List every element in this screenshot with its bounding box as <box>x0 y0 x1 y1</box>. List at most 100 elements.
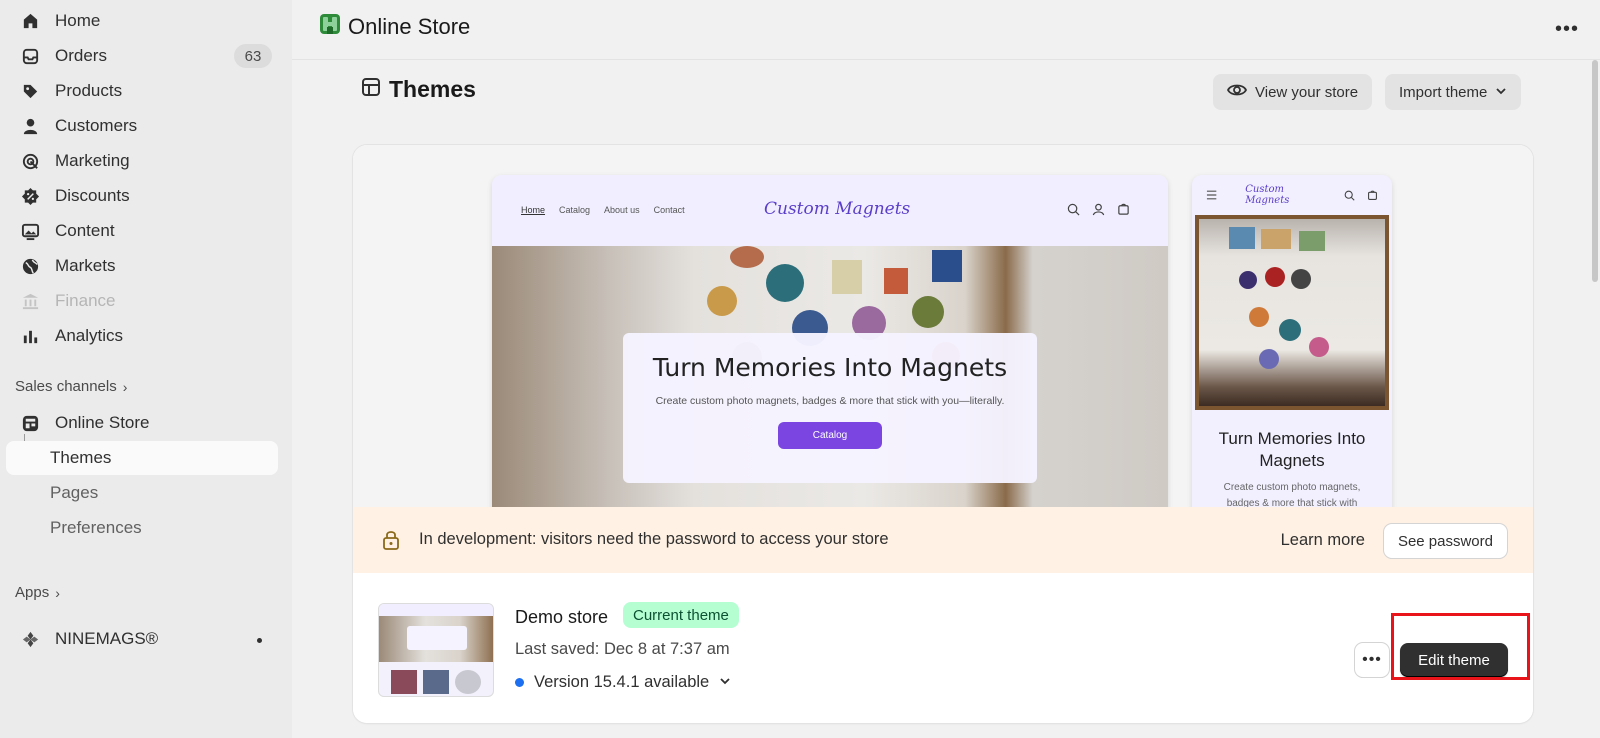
preview-cta-button: Catalog <box>778 422 882 449</box>
sidebar-item-label: Markets <box>55 256 116 275</box>
current-theme-badge: Current theme <box>623 602 739 628</box>
search-icon <box>1344 190 1355 201</box>
sidebar-item-analytics[interactable]: Analytics <box>6 319 278 353</box>
sidebar-item-label: Orders <box>55 46 107 65</box>
development-banner: In development: visitors need the passwo… <box>353 507 1533 573</box>
eye-icon <box>1226 80 1248 104</box>
app-title: Online Store <box>318 12 470 42</box>
sidebar-subitem-label: Pages <box>50 483 99 502</box>
home-icon <box>20 11 40 31</box>
scrollbar[interactable] <box>1590 60 1600 738</box>
update-available-dot <box>515 678 524 687</box>
sidebar-item-online-store[interactable]: Online Store <box>6 406 278 440</box>
bar-chart-icon <box>20 326 40 346</box>
desktop-preview: Home Catalog About us Contact Custom Mag… <box>492 175 1168 507</box>
sidebar-item-label: Customers <box>55 116 138 135</box>
sidebar-item-products[interactable]: Products <box>6 74 278 108</box>
sidebar-item-orders[interactable]: Orders 63 <box>6 39 278 73</box>
sidebar-item-discounts[interactable]: Discounts <box>6 179 278 213</box>
mobile-preview: Custom Magnets Turn Memories Into Magnet… <box>1192 175 1392 507</box>
page-title-text: Themes <box>389 76 476 102</box>
app-logo-icon <box>20 629 40 649</box>
view-store-button[interactable]: View your store <box>1213 74 1373 110</box>
see-password-button[interactable]: See password <box>1383 524 1507 558</box>
store-icon <box>20 413 40 433</box>
sidebar: Home Orders 63 Products Customers Market… <box>0 0 292 738</box>
sidebar-item-label: Discounts <box>55 186 130 205</box>
chevron-down-icon <box>1495 84 1507 101</box>
cart-icon <box>1368 190 1377 200</box>
scrollbar-thumb[interactable] <box>1592 60 1598 282</box>
app-title-text: Online Store <box>348 14 471 39</box>
mobile-nav: Custom Magnets <box>1192 175 1392 215</box>
lock-icon <box>381 529 401 556</box>
preview-hero-image: Turn Memories Into Magnets Create custom… <box>492 246 1168 507</box>
theme-icon <box>361 76 381 103</box>
sidebar-item-label: NINEMAGS® <box>55 629 159 648</box>
hero-text-box: Turn Memories Into Magnets Create custom… <box>623 333 1037 483</box>
sidebar-item-home[interactable]: Home <box>6 4 278 38</box>
sidebar-item-label: Finance <box>55 291 116 310</box>
target-icon <box>20 151 40 171</box>
sidebar-subitem-preferences[interactable]: Preferences <box>6 511 278 545</box>
mobile-hero-title: Turn Memories Into Magnets <box>1218 429 1366 470</box>
preview-hero-text: Create custom photo magnets, badges & mo… <box>655 395 1005 407</box>
last-saved-text: Last saved: Dec 8 at 7:37 am <box>515 640 730 658</box>
mobile-logo: Custom Magnets <box>1245 184 1290 206</box>
bank-icon <box>20 291 40 311</box>
version-text: Version 15.4.1 available <box>534 673 710 691</box>
preview-link: Home <box>521 205 546 215</box>
preview-nav: Home Catalog About us Contact Custom Mag… <box>492 175 1168 246</box>
import-theme-button[interactable]: Import theme <box>1385 74 1522 110</box>
current-theme-card: Home Catalog About us Contact Custom Mag… <box>353 145 1533 723</box>
mobile-hero-text: Turn Memories Into Magnets Create custom… <box>1192 428 1392 507</box>
mobile-hero-paragraph: Create custom photo magnets, badges & mo… <box>1223 482 1361 507</box>
view-store-label: View your store <box>1255 83 1359 101</box>
theme-row: Demo store Current theme Last saved: Dec… <box>353 573 1533 723</box>
globe-icon <box>20 256 40 276</box>
chevron-right-icon: › <box>55 584 60 601</box>
sales-channels-link[interactable]: Sales channels › <box>15 378 127 395</box>
apps-label: Apps <box>15 584 50 601</box>
sidebar-item-app[interactable]: NINEMAGS® <box>6 622 278 656</box>
sidebar-item-customers[interactable]: Customers <box>6 109 278 143</box>
preview-logo: Custom Magnets <box>764 199 911 219</box>
mobile-hero-image <box>1195 215 1389 410</box>
preview-link: About us <box>604 205 640 215</box>
online-store-logo-icon <box>318 12 342 42</box>
chevron-down-icon <box>719 673 731 692</box>
learn-more-link[interactable]: Learn more <box>1281 531 1365 550</box>
sidebar-subitem-themes[interactable]: Themes <box>6 441 278 475</box>
see-password-label: See password <box>1397 532 1493 550</box>
sales-channels-label: Sales channels <box>15 378 117 395</box>
sidebar-item-content[interactable]: Content <box>6 214 278 248</box>
preview-link: Contact <box>653 205 685 215</box>
theme-preview-area[interactable]: Home Catalog About us Contact Custom Mag… <box>353 145 1533 507</box>
inbox-icon <box>20 46 40 66</box>
page-title: Themes <box>361 76 476 103</box>
sidebar-item-label: Analytics <box>55 326 124 345</box>
sidebar-item-label: Products <box>55 81 123 100</box>
chevron-right-icon: › <box>122 378 128 395</box>
apps-link[interactable]: Apps › <box>15 584 60 601</box>
search-icon <box>1067 203 1080 216</box>
annotation-highlight <box>1391 613 1530 680</box>
sidebar-item-label: Marketing <box>55 151 130 170</box>
theme-thumbnail <box>378 603 494 697</box>
status-dot <box>257 638 262 643</box>
sidebar-item-marketing[interactable]: Marketing <box>6 144 278 178</box>
preview-nav-links: Home Catalog About us Contact <box>521 205 685 215</box>
sidebar-item-label: Home <box>55 11 101 30</box>
sidebar-item-finance[interactable]: Finance <box>6 284 278 318</box>
theme-more-actions-button[interactable]: ••• <box>1355 643 1389 677</box>
version-dropdown[interactable]: Version 15.4.1 available <box>515 673 731 692</box>
person-icon <box>20 116 40 136</box>
more-actions-button[interactable]: ••• <box>1552 14 1582 44</box>
menu-icon <box>1206 190 1217 200</box>
cart-icon <box>1118 203 1129 215</box>
preview-link: Catalog <box>559 205 591 215</box>
tag-icon <box>20 81 40 101</box>
preview-nav-icons <box>1067 203 1130 216</box>
sidebar-subitem-pages[interactable]: Pages <box>6 476 278 510</box>
sidebar-item-markets[interactable]: Markets <box>6 249 278 283</box>
